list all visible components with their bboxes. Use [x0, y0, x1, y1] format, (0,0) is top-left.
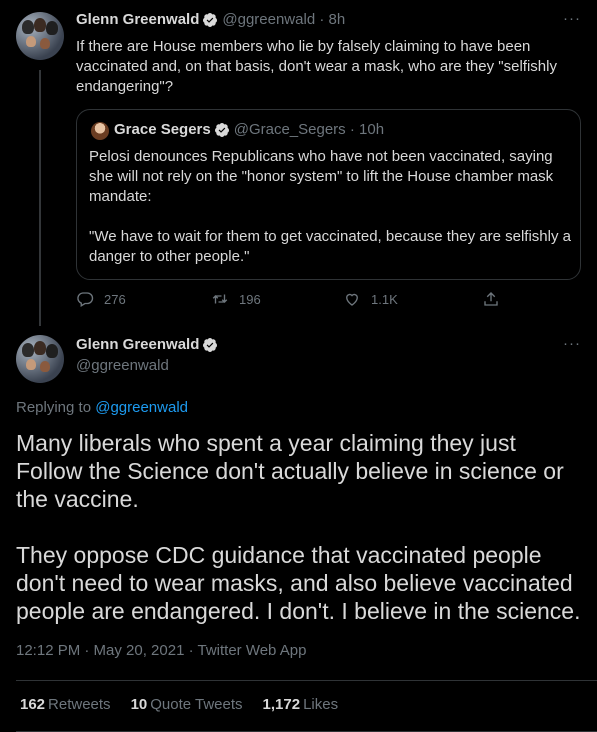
replying-to-handle[interactable]: @ggreenwald	[95, 399, 188, 416]
share-button[interactable]	[482, 290, 510, 308]
tweet-text: Many liberals who spent a year claiming …	[16, 429, 586, 625]
retweet-count: 196	[239, 291, 261, 307]
heart-icon	[346, 293, 358, 306]
tweet-header: Glenn Greenwald	[76, 336, 218, 353]
quoted-author-name: Grace Segers	[114, 121, 211, 138]
avatar[interactable]	[16, 12, 64, 60]
action-bar: 276 196 1.1K	[76, 290, 516, 310]
quoted-avatar	[91, 122, 109, 140]
avatar[interactable]	[16, 335, 64, 383]
likes-stat[interactable]: 1,172 Likes	[263, 696, 339, 713]
reply-icon	[77, 292, 94, 307]
quoted-author-handle: @Grace_Segers · 10h	[233, 121, 385, 138]
divider	[16, 680, 597, 681]
reply-button[interactable]: 276	[76, 290, 126, 308]
retweets-count: 162	[20, 696, 46, 713]
retweet-button[interactable]: 196	[211, 290, 261, 308]
tweet-text: If there are House members who lie by fa…	[76, 38, 557, 95]
replying-to: Replying to @ggreenwald	[16, 399, 188, 416]
tweet-header: Glenn Greenwald @ggreenwald · 8h	[76, 11, 345, 28]
quoted-header: Grace Segers @Grace_Segers · 10h	[114, 121, 384, 138]
verified-badge-icon	[214, 122, 229, 137]
reply-count: 276	[104, 291, 126, 307]
tweet-timestamp[interactable]: 12:12 PM · May 20, 2021 · Twitter Web Ap…	[16, 642, 306, 659]
retweet-icon	[212, 294, 228, 304]
quote-tweets-count: 10	[130, 696, 148, 713]
author-name[interactable]: Glenn Greenwald	[76, 336, 199, 353]
likes-count: 1,172	[262, 696, 301, 713]
retweets-label: Retweets	[48, 696, 111, 713]
quoted-text-quote: "We have to wait for them to get vaccina…	[89, 228, 571, 265]
more-options-icon[interactable]: ···	[563, 335, 581, 352]
quote-tweets-label: Quote Tweets	[150, 696, 243, 713]
engagement-stats: 162 Retweets 10 Quote Tweets 1,172 Likes	[20, 696, 338, 713]
like-count: 1.1K	[371, 291, 398, 307]
verified-badge-icon	[203, 12, 218, 27]
author-name[interactable]: Glenn Greenwald	[76, 11, 199, 28]
like-button[interactable]: 1.1K	[343, 290, 398, 308]
share-icon	[484, 292, 498, 306]
likes-label: Likes	[303, 696, 339, 713]
author-handle[interactable]: @ggreenwald · 8h	[222, 11, 345, 28]
verified-badge-icon	[203, 337, 218, 352]
quoted-text: Pelosi denounces Republicans who have no…	[89, 148, 554, 205]
retweets-stat[interactable]: 162 Retweets	[20, 696, 111, 713]
quoted-tweet[interactable]: Grace Segers @Grace_Segers · 10h Pelosi …	[76, 109, 581, 280]
tweet-paragraph-1: Many liberals who spent a year claiming …	[16, 430, 564, 512]
more-options-icon[interactable]: ···	[563, 10, 581, 27]
tweet-paragraph-2: They oppose CDC guidance that vaccinated…	[16, 542, 581, 624]
author-handle[interactable]: @ggreenwald	[76, 357, 169, 374]
thread-line	[39, 70, 41, 326]
replying-to-label: Replying to	[16, 399, 96, 416]
quote-tweets-stat[interactable]: 10 Quote Tweets	[131, 696, 243, 713]
